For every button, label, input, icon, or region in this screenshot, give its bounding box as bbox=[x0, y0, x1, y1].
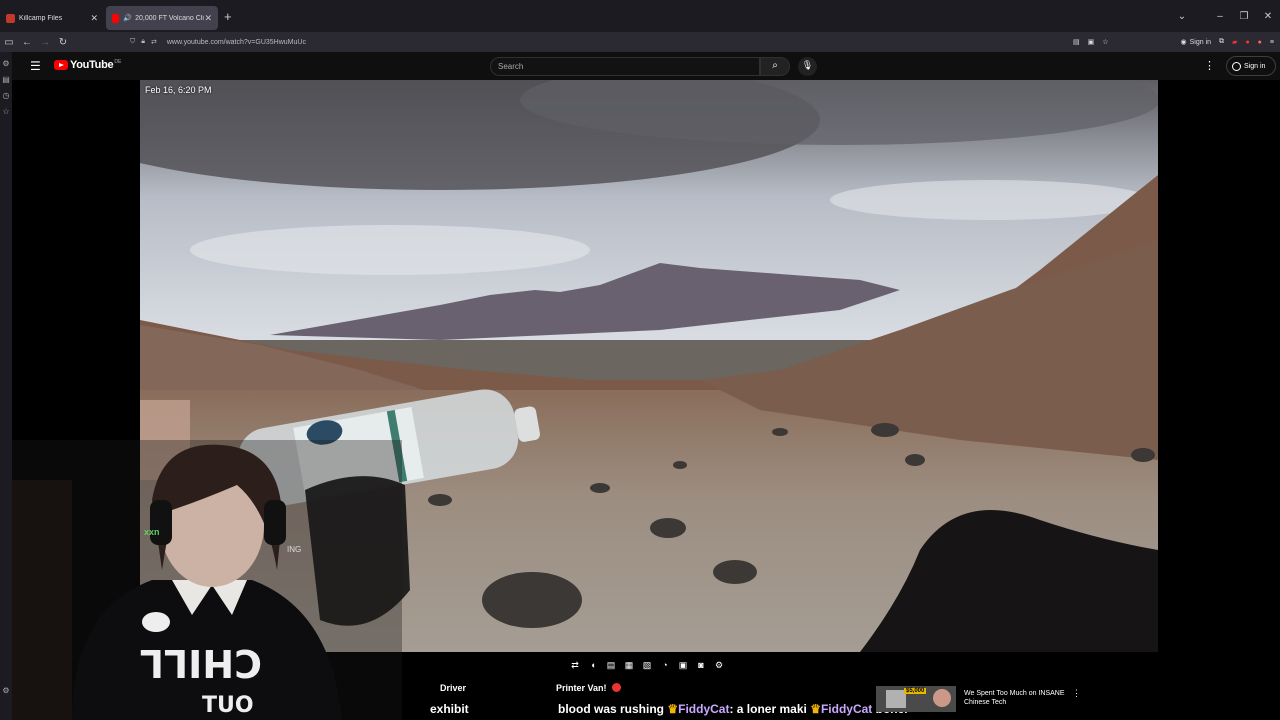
youtube-header: ☰ YouTube DE Search ⌕ 🎙︎ ⋮ Sign in bbox=[12, 52, 1280, 80]
browser-tab-youtube[interactable]: 🔊 20,000 FT Volcano Climb... ✕ bbox=[106, 6, 218, 30]
chat-line-2-left: exhibit bbox=[430, 702, 469, 716]
app-menu-icon[interactable]: ≡ bbox=[1270, 39, 1274, 46]
cam-overlay-text: xxn bbox=[144, 527, 160, 537]
reader-mode-icon[interactable]: ▤ bbox=[1073, 38, 1080, 46]
chat-username: FiddyCat bbox=[678, 702, 730, 716]
speaker-icon[interactable]: 🔊 bbox=[123, 14, 132, 22]
player-controls: ⇄ ◖ ▤ ▦ ▧ ◔ ▣ ◙ ⚙ bbox=[568, 657, 726, 673]
permissions-icon[interactable]: ⇄ bbox=[151, 38, 157, 46]
browser-tab-killcamp[interactable]: Killcamp Files ✕ bbox=[0, 6, 104, 30]
country-code: DE bbox=[114, 59, 122, 65]
extension-youtube-icon[interactable]: ● bbox=[1245, 39, 1249, 46]
recommended-video-card[interactable]: $5,000 We Spent Too Much on INSANE Chine… bbox=[876, 686, 1086, 712]
youtube-logo[interactable]: YouTube DE bbox=[54, 59, 121, 71]
crown-icon: ♛ bbox=[810, 702, 821, 716]
svg-text:TUO: TUO bbox=[202, 693, 254, 718]
lock-icon: 🔒︎ bbox=[141, 38, 145, 45]
sign-in-label: Sign in bbox=[1244, 62, 1266, 70]
youtube-wordmark: YouTube bbox=[70, 59, 114, 71]
toolbar-right: ▤ ▣ ☆ ◉ Sign in ⧉ ▰ ● ● ≡ bbox=[1073, 32, 1274, 52]
svg-text:CHILL: CHILL bbox=[140, 641, 262, 685]
sign-in-button[interactable]: Sign in bbox=[1226, 56, 1276, 76]
voice-search-button[interactable]: 🎙︎ bbox=[798, 57, 817, 76]
speed-icon[interactable]: ◔ bbox=[658, 660, 672, 670]
playlist-icon[interactable]: ▤ bbox=[604, 660, 618, 671]
mic-icon: 🎙︎ bbox=[801, 60, 814, 70]
chat-username: FiddyCat bbox=[820, 702, 873, 716]
settings-icon[interactable]: ⚙ bbox=[712, 660, 726, 671]
user-icon bbox=[1232, 61, 1241, 71]
chat-message-text: blood was rushing bbox=[558, 702, 665, 716]
sign-in-text[interactable]: Sign in bbox=[1190, 39, 1211, 46]
recommended-video-title[interactable]: We Spent Too Much on INSANE Chinese Tech bbox=[964, 689, 1072, 707]
close-tab-icon[interactable]: ✕ bbox=[90, 13, 98, 24]
sidebar-toggle-icon[interactable]: ▭ bbox=[0, 37, 18, 48]
pip-icon[interactable]: ▣ bbox=[1088, 38, 1095, 46]
url-text[interactable]: www.youtube.com/watch?v=GU35HwuMuUc bbox=[167, 39, 306, 46]
streamer-image: CHILL TUO bbox=[12, 440, 402, 720]
shield-icon[interactable]: ⛉ bbox=[130, 38, 135, 46]
account-icon[interactable]: ◉ bbox=[1181, 38, 1187, 46]
youtube-favicon-icon bbox=[112, 13, 120, 23]
chat-line-1-right: Printer Van! bbox=[556, 683, 607, 693]
sidebar-ai-icon[interactable]: ⚙ bbox=[0, 59, 12, 68]
forward-icon[interactable]: → bbox=[36, 37, 54, 48]
browser-tab-strip: Killcamp Files ✕ 🔊 20,000 FT Volcano Cli… bbox=[0, 0, 1280, 32]
address-bar[interactable]: ⛉ 🔒︎ ⇄ www.youtube.com/watch?v=GU35HwuMu… bbox=[130, 34, 1090, 50]
clip-icon[interactable]: ▦ bbox=[622, 660, 636, 671]
search-icon: ⌕ bbox=[772, 60, 778, 71]
extension-shield-icon[interactable]: ● bbox=[1258, 39, 1262, 46]
youtube-play-icon bbox=[54, 60, 68, 70]
audio-icon[interactable]: ◖ bbox=[586, 660, 600, 670]
streamer-webcam-overlay: CHILL TUO xxn ING bbox=[12, 440, 402, 720]
red-emote-icon bbox=[612, 683, 621, 692]
back-icon[interactable]: ← bbox=[18, 37, 36, 48]
video-timestamp: Feb 16, 6:20 PM bbox=[145, 85, 212, 95]
chapters-icon[interactable]: ▧ bbox=[640, 660, 654, 671]
new-tab-icon[interactable]: + bbox=[224, 9, 232, 24]
screenshot-icon[interactable]: ◙ bbox=[694, 660, 708, 670]
extensions-icon[interactable]: ⧉ bbox=[1219, 38, 1224, 46]
search-button[interactable]: ⌕ bbox=[760, 57, 790, 76]
browser-side-panel: ⚙ ▤ ◷ ☆ ⚙ bbox=[0, 52, 12, 720]
close-tab-icon[interactable]: ✕ bbox=[204, 13, 212, 24]
miniplayer-icon[interactable]: ▣ bbox=[676, 660, 690, 671]
loop-icon[interactable]: ⇄ bbox=[568, 660, 582, 671]
sidebar-star-icon[interactable]: ☆ bbox=[0, 107, 12, 116]
price-badge: $5,000 bbox=[904, 688, 927, 694]
hamburger-menu-icon[interactable]: ☰ bbox=[30, 59, 41, 73]
chat-line-1-left: Driver bbox=[440, 683, 467, 693]
sidebar-settings-icon[interactable]: ⚙ bbox=[0, 686, 12, 695]
more-options-icon[interactable]: ⋮ bbox=[1204, 59, 1215, 72]
minimize-icon[interactable]: – bbox=[1208, 11, 1232, 22]
bookmark-star-icon[interactable]: ☆ bbox=[1102, 38, 1108, 46]
chat-message-text: : a loner maki bbox=[729, 702, 807, 716]
chat-line-2: blood was rushing ♛FiddyCat: a loner mak… bbox=[558, 702, 909, 716]
sidebar-history-icon[interactable]: ◷ bbox=[0, 91, 12, 100]
restore-icon[interactable]: ❐ bbox=[1232, 11, 1256, 22]
extension-red-icon[interactable]: ▰ bbox=[1232, 38, 1237, 46]
browser-nav-bar: ▭ ← → ↻ ⛉ 🔒︎ ⇄ www.youtube.com/watch?v=G… bbox=[0, 32, 1280, 52]
tab-title: 20,000 FT Volcano Climb... bbox=[135, 14, 204, 22]
more-options-icon[interactable]: ⋮ bbox=[1072, 688, 1081, 699]
reload-icon[interactable]: ↻ bbox=[54, 37, 72, 48]
close-window-icon[interactable]: ✕ bbox=[1256, 11, 1280, 22]
tab-list-icon[interactable]: ⌄ bbox=[1170, 11, 1194, 22]
window-controls: ⌄ – ❐ ✕ bbox=[1170, 0, 1280, 32]
tab-title: Killcamp Files bbox=[19, 14, 63, 22]
cam-side-text: ING bbox=[287, 545, 302, 554]
crown-icon: ♛ bbox=[667, 702, 679, 716]
sidebar-bookmarks-icon[interactable]: ▤ bbox=[0, 75, 12, 84]
killcamp-favicon-icon bbox=[6, 13, 15, 23]
search-input[interactable]: Search bbox=[490, 57, 760, 76]
